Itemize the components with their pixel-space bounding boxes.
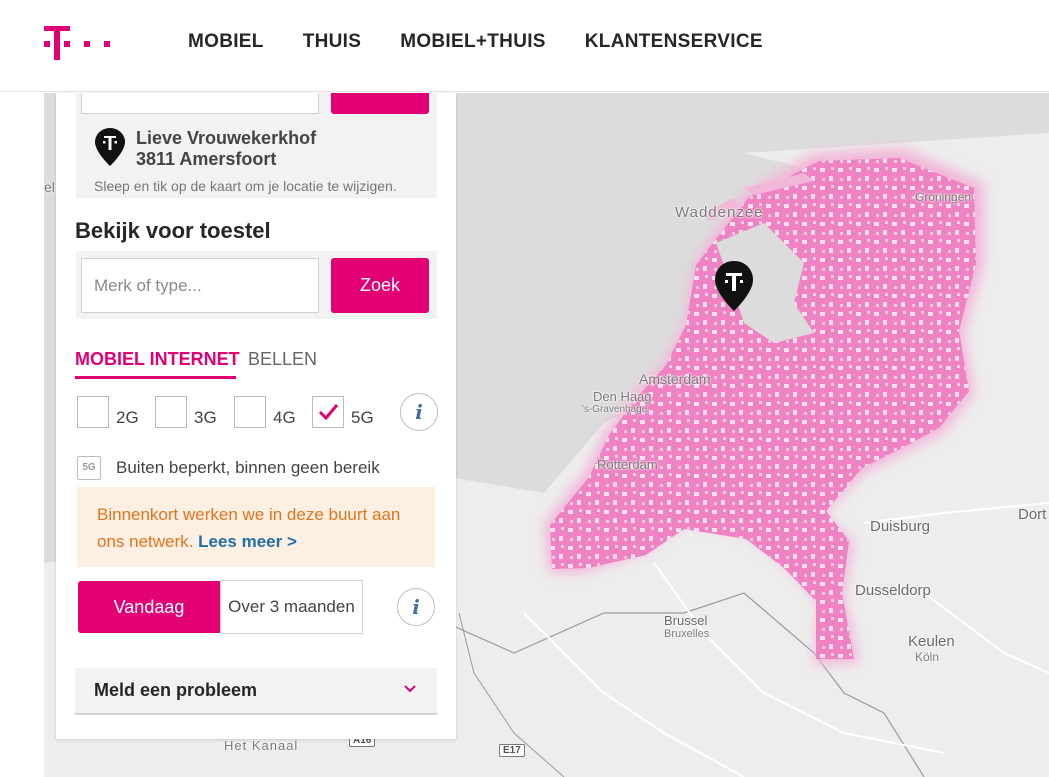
map-label-edge: el: [44, 179, 55, 195]
checkbox-5g[interactable]: 5G: [312, 396, 374, 428]
device-search-input[interactable]: [81, 258, 319, 313]
nav-item-mobiel-thuis[interactable]: MOBIEL+THUIS: [400, 31, 546, 53]
map-label-het-kanaal: Het Kanaal: [224, 738, 299, 753]
coverage-panel: Lieve Vrouwekerkhof 3811 Amersfoort Slee…: [56, 93, 456, 739]
t-logo-icon[interactable]: [44, 26, 116, 62]
device-search-box: Zoek: [76, 251, 437, 319]
map-label-bruxelles: Bruxelles: [664, 628, 710, 640]
checkbox-2g[interactable]: 2G: [77, 396, 139, 428]
main-nav: MOBIEL THUIS MOBIEL+THUIS KLANTENSERVICE: [188, 31, 802, 53]
notice-read-more-link[interactable]: Lees meer >: [198, 532, 297, 551]
checkbox-label: 5G: [351, 408, 374, 427]
checkbox-4g[interactable]: 4G: [234, 396, 296, 428]
legend-5g-badge: 5G: [77, 456, 101, 480]
report-problem-accordion[interactable]: Meld een probleem: [75, 668, 437, 715]
time-info-button[interactable]: i: [397, 588, 435, 626]
map-label-amsterdam: Amsterdam: [639, 371, 711, 387]
nav-item-thuis[interactable]: THUIS: [303, 31, 362, 53]
address-input[interactable]: [81, 93, 319, 114]
road-shield-e17: E17: [499, 744, 525, 757]
nav-item-mobiel[interactable]: MOBIEL: [188, 31, 264, 53]
map-label-duisburg: Duisburg: [870, 518, 931, 535]
map-label-rotterdam: Rotterdam: [597, 457, 658, 472]
report-problem-label: Meld een probleem: [94, 680, 258, 700]
nav-item-klantenservice[interactable]: KLANTENSERVICE: [585, 31, 763, 53]
location-box: Lieve Vrouwekerkhof 3811 Amersfoort Slee…: [76, 93, 437, 198]
map-label-koln: Köln: [915, 650, 940, 664]
address-search-button[interactable]: [331, 93, 429, 114]
device-section-title: Bekijk voor toestel: [75, 218, 271, 243]
location-hint: Sleep en tik op de kaart om je locatie t…: [94, 178, 397, 194]
map-label-brussel: Brussel: [664, 613, 708, 628]
map-label-den-haag: Den Haag: [593, 389, 652, 404]
tab-bellen[interactable]: BELLEN: [248, 349, 317, 370]
legend-row: 5G Buiten beperkt, binnen geen bereik: [77, 456, 380, 480]
t-map-pin-icon[interactable]: [713, 260, 755, 312]
map-label-dort: Dort: [1018, 506, 1047, 523]
map-label-gravenhage: 's-Gravenhage: [582, 404, 648, 415]
location-pin-icon: [95, 128, 125, 166]
network-info-button[interactable]: i: [400, 393, 438, 431]
time-toggle: Vandaag Over 3 maanden i: [77, 580, 447, 634]
location-city: 3811 Amersfoort: [136, 149, 277, 169]
tab-mobiel-internet[interactable]: MOBIEL INTERNET: [75, 349, 240, 379]
map-label-keulen: Keulen: [908, 633, 955, 650]
legend-text: Buiten beperkt, binnen geen bereik: [116, 458, 380, 477]
chevron-down-icon: [404, 685, 416, 693]
checkbox-3g[interactable]: 3G: [155, 396, 217, 428]
map-label-dusseldorp: Dusseldorp: [855, 582, 931, 599]
checkbox-box[interactable]: [155, 396, 187, 428]
device-search-button[interactable]: Zoek: [331, 258, 429, 313]
time-later-button[interactable]: Over 3 maanden: [220, 580, 363, 634]
location-street: Lieve Vrouwekerkhof: [136, 128, 317, 148]
checkbox-label: 2G: [116, 408, 139, 427]
checkmark-icon: [318, 404, 339, 421]
maintenance-notice: Binnenkort werken we in deze buurt aan o…: [77, 487, 435, 567]
checkbox-box[interactable]: [312, 396, 344, 428]
map-label-groningen: Groningen: [915, 190, 972, 204]
checkbox-box[interactable]: [234, 396, 266, 428]
time-today-button[interactable]: Vandaag: [78, 581, 220, 633]
network-filter: 2G 3G 4G 5G i: [77, 393, 447, 431]
map-label-waddenzee: Waddenzee: [675, 204, 764, 221]
checkbox-label: 3G: [194, 408, 217, 427]
checkbox-box[interactable]: [77, 396, 109, 428]
checkbox-label: 4G: [273, 408, 296, 427]
site-header: MOBIEL THUIS MOBIEL+THUIS KLANTENSERVICE: [0, 0, 1049, 92]
